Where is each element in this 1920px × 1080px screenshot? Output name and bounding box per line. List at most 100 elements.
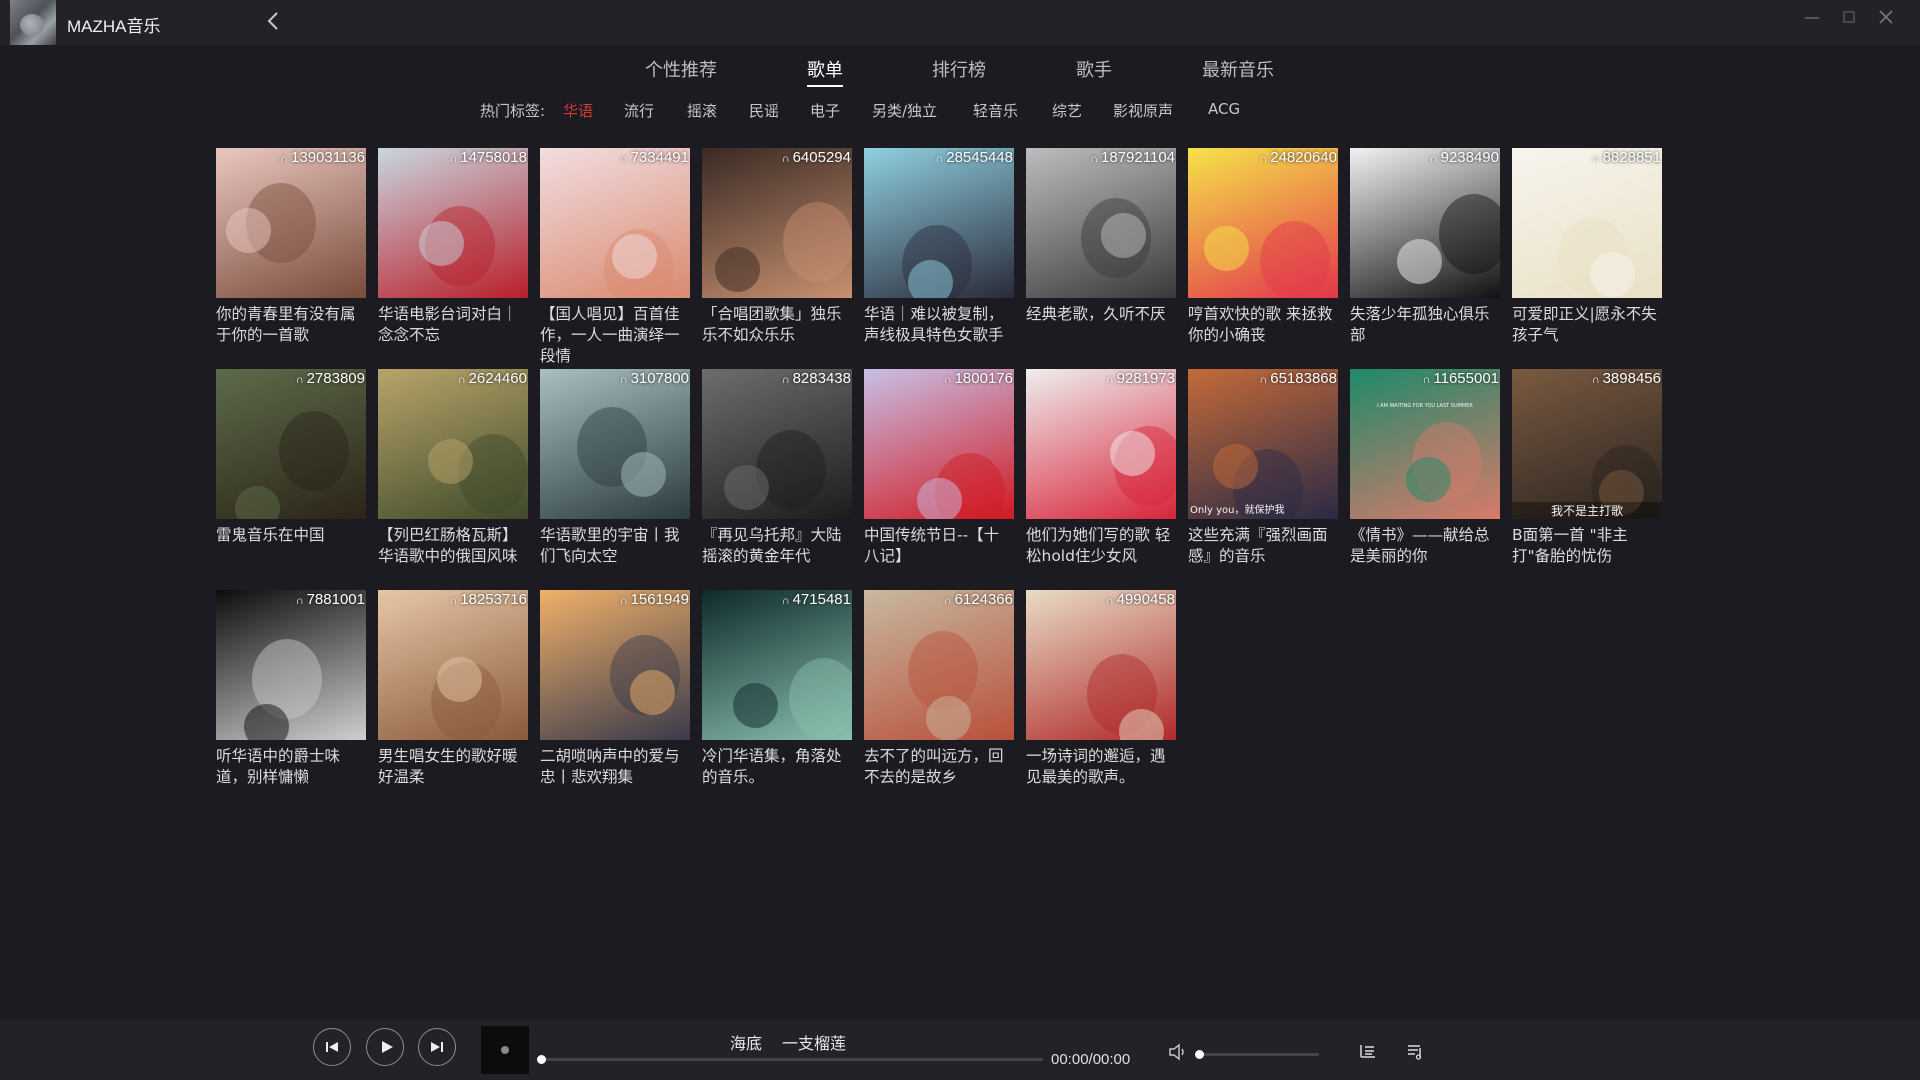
minimize-button[interactable] [1799,8,1825,34]
playlist-title[interactable]: 【列巴红肠格瓦斯】华语歌中的俄国风味 [378,525,528,567]
playlist-title[interactable]: 【国人唱见】百首佳作，一人一曲演绎一段情 [540,304,690,367]
playlist-title[interactable]: 经典老歌，久听不厌 [1026,304,1176,325]
playlist-card[interactable]: ∩ 11655001 I AM WAITING FOR YOU LAST SUMME… [1350,369,1500,567]
tab-artists[interactable]: 歌手 [1076,56,1112,82]
playlist-card[interactable]: ∩ 1561949 二胡唢呐声中的爱与忠丨悲欢翔集 [540,590,690,788]
playlist-card[interactable]: ∩ 4715481 冷门华语集，角落处的音乐。 [702,590,852,788]
playlist-title[interactable]: 哼首欢快的歌 来拯救你的小确丧 [1188,304,1338,346]
playlist-cover[interactable]: ∩ 1800176 [864,369,1014,519]
progress-bar[interactable] [537,1055,1043,1064]
playlist-card[interactable]: ∩ 3898456 我不是主打歌 B面第一首 "非主打"备胎的忧伤 [1512,369,1662,567]
playlist-cover[interactable]: ∩ 6124366 [864,590,1014,740]
playlist-title[interactable]: 华语电影台词对白｜念念不忘 [378,304,528,346]
playlist-cover[interactable]: ∩ 8828851 [1512,148,1662,298]
playlist-cover[interactable]: ∩ 14758018 [378,148,528,298]
playlist-cover[interactable]: ∩ 187921104 [1026,148,1176,298]
volume-button[interactable] [1168,1042,1188,1062]
tab-recommend[interactable]: 个性推荐 [645,56,717,82]
playlist-title[interactable]: 二胡唢呐声中的爱与忠丨悲欢翔集 [540,746,690,788]
tag-item[interactable]: 华语 [563,100,593,121]
playlist-cover[interactable]: ∩ 3898456 我不是主打歌 [1512,369,1662,519]
playlist-cover[interactable]: ∩ 65183868 Only you，就保护我 [1188,369,1338,519]
back-button[interactable] [262,10,284,34]
playlist-title[interactable]: 冷门华语集，角落处的音乐。 [702,746,852,788]
playlist-title[interactable]: 华语｜难以被复制，声线极具特色女歌手 [864,304,1014,346]
next-button[interactable] [418,1028,456,1066]
tag-item[interactable]: 影视原声 [1113,100,1173,121]
playlist-card[interactable]: ∩ 139031136 你的青春里有没有属于你的一首歌 [216,148,366,346]
playlist-card[interactable]: ∩ 6124366 去不了的叫远方，回不去的是故乡 [864,590,1014,788]
playlist-card[interactable]: ∩ 9281973 他们为她们写的歌 轻松hold住少女风 [1026,369,1176,567]
playlist-cover[interactable]: ∩ 2783809 [216,369,366,519]
playlist-title[interactable]: 「合唱团歌集」独乐乐不如众乐乐 [702,304,852,346]
playlist-card[interactable]: ∩ 7334491 【国人唱见】百首佳作，一人一曲演绎一段情 [540,148,690,367]
playlist-title[interactable]: 听华语中的爵士味道，别样慵懒 [216,746,366,788]
maximize-button[interactable] [1836,8,1862,34]
tag-item[interactable]: 摇滚 [687,100,717,121]
playlist-cover[interactable]: ∩ 18253716 [378,590,528,740]
playlist-card[interactable]: ∩ 2624460 【列巴红肠格瓦斯】华语歌中的俄国风味 [378,369,528,567]
playlist-title[interactable]: 雷鬼音乐在中国 [216,525,366,546]
playlist-cover[interactable]: ∩ 7881001 [216,590,366,740]
playlist-title[interactable]: 『再见乌托邦』大陆摇滚的黄金年代 [702,525,852,567]
tag-item[interactable]: 综艺 [1052,100,1082,121]
avatar[interactable] [10,0,56,45]
playlist-cover[interactable]: ∩ 4990458 [1026,590,1176,740]
playlist-card[interactable]: ∩ 6405294 「合唱团歌集」独乐乐不如众乐乐 [702,148,852,346]
tab-charts[interactable]: 排行榜 [932,56,986,82]
playlist-title[interactable]: B面第一首 "非主打"备胎的忧伤 [1512,525,1662,567]
tag-item[interactable]: 民谣 [749,100,779,121]
playlist-card[interactable]: ∩ 7881001 听华语中的爵士味道，别样慵懒 [216,590,366,788]
progress-knob[interactable] [537,1055,546,1064]
playlist-card[interactable]: ∩ 8283438 『再见乌托邦』大陆摇滚的黄金年代 [702,369,852,567]
playlist-title[interactable]: 去不了的叫远方，回不去的是故乡 [864,746,1014,788]
play-button[interactable] [366,1028,404,1066]
playlist-card[interactable]: ∩ 3107800 华语歌里的宇宙丨我们飞向太空 [540,369,690,567]
volume-slider[interactable] [1195,1050,1319,1059]
close-button[interactable] [1873,8,1899,34]
playlist-title[interactable]: 中国传统节日--【十八记】 [864,525,1014,567]
playlist-card[interactable]: ∩ 4990458 一场诗词的邂逅，遇见最美的歌声。 [1026,590,1176,788]
tag-item[interactable]: 另类/独立 [872,100,937,121]
playlist-card[interactable]: ∩ 8828851 可爱即正义|愿永不失孩子气 [1512,148,1662,346]
playlist-cover[interactable]: ∩ 24820640 [1188,148,1338,298]
playlist-card[interactable]: ∩ 65183868 Only you，就保护我这些充满『强烈画面感』的音乐 [1188,369,1338,567]
playlist-title[interactable]: 你的青春里有没有属于你的一首歌 [216,304,366,346]
playlist-card[interactable]: ∩ 187921104 经典老歌，久听不厌 [1026,148,1176,325]
tag-item[interactable]: 电子 [810,100,840,121]
playlist-card[interactable]: ∩ 2783809 雷鬼音乐在中国 [216,369,366,546]
playlist-card[interactable]: ∩ 9238490 失落少年孤独心俱乐部 [1350,148,1500,346]
tag-item[interactable]: 轻音乐 [973,100,1018,121]
playlist-cover[interactable]: ∩ 139031136 [216,148,366,298]
playlist-title[interactable]: 华语歌里的宇宙丨我们飞向太空 [540,525,690,567]
playlist-cover[interactable]: ∩ 1561949 [540,590,690,740]
playlist-cover[interactable]: ∩ 28545448 [864,148,1014,298]
prev-button[interactable] [313,1028,351,1066]
tag-item[interactable]: 流行 [624,100,654,121]
playlist-title[interactable]: 一场诗词的邂逅，遇见最美的歌声。 [1026,746,1176,788]
playlist-card[interactable]: ∩ 28545448 华语｜难以被复制，声线极具特色女歌手 [864,148,1014,346]
now-playing-cover[interactable] [481,1026,529,1074]
playlist-title[interactable]: 可爱即正义|愿永不失孩子气 [1512,304,1662,346]
playlist-cover[interactable]: ∩ 6405294 [702,148,852,298]
playlist-cover[interactable]: ∩ 3107800 [540,369,690,519]
playlist-title[interactable]: 男生唱女生的歌好暖好温柔 [378,746,528,788]
tab-new-music[interactable]: 最新音乐 [1202,56,1274,82]
playlist-cover[interactable]: ∩ 4715481 [702,590,852,740]
playlist-card[interactable]: ∩ 1800176 中国传统节日--【十八记】 [864,369,1014,567]
volume-knob[interactable] [1195,1050,1204,1059]
tab-playlists[interactable]: 歌单 [807,56,843,87]
playlist-title[interactable]: 他们为她们写的歌 轻松hold住少女风 [1026,525,1176,567]
playlist-button[interactable] [1357,1042,1379,1064]
playlist-title[interactable]: 失落少年孤独心俱乐部 [1350,304,1500,346]
playlist-card[interactable]: ∩ 24820640 哼首欢快的歌 来拯救你的小确丧 [1188,148,1338,346]
playlist-card[interactable]: ∩ 14758018 华语电影台词对白｜念念不忘 [378,148,528,346]
playlist-cover[interactable]: ∩ 9281973 [1026,369,1176,519]
playlist-title[interactable]: 《情书》——献给总是美丽的你 [1350,525,1500,567]
playlist-cover[interactable]: ∩ 2624460 [378,369,528,519]
tag-item[interactable]: ACG [1208,100,1240,118]
playlist-cover[interactable]: ∩ 9238490 [1350,148,1500,298]
playlist-title[interactable]: 这些充满『强烈画面感』的音乐 [1188,525,1338,567]
playlist-cover[interactable]: ∩ 7334491 [540,148,690,298]
lyrics-button[interactable] [1404,1042,1426,1064]
